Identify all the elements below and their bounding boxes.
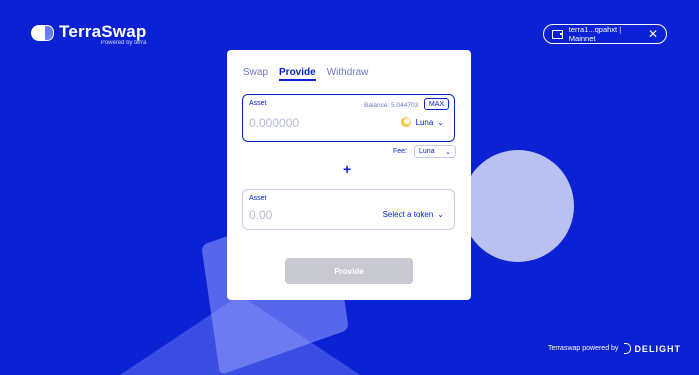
tab-provide[interactable]: Provide	[279, 67, 316, 81]
delight-logo: DELIGHT	[624, 343, 681, 354]
asset1-token-label: Luna	[415, 117, 434, 127]
fee-label: Fee:	[393, 148, 408, 155]
close-icon[interactable]: ✕	[648, 28, 658, 40]
asset1-field[interactable]: Asset Balance: 5.044703 MAX 0.000000 Lun…	[242, 94, 455, 142]
provide-button[interactable]: Provide	[285, 258, 413, 284]
tab-swap[interactable]: Swap	[243, 67, 268, 81]
max-button[interactable]: MAX	[424, 98, 449, 110]
tab-withdraw[interactable]: Withdraw	[327, 67, 369, 81]
tab-bar: Swap Provide Withdraw	[243, 67, 368, 81]
fee-token-select[interactable]: Luna ⌄	[414, 145, 457, 158]
delight-label: DELIGHT	[634, 343, 681, 354]
asset2-field[interactable]: Asset 0.00 Select a token ⌄	[242, 189, 455, 230]
plus-icon: +	[343, 161, 352, 177]
asset1-balance: Balance: 5.044703	[364, 102, 419, 109]
luna-icon	[400, 117, 411, 127]
logo-icon	[31, 25, 54, 41]
background-circle	[462, 150, 574, 262]
footer-powered-by[interactable]: Terraswap powered by DELIGHT	[548, 343, 681, 354]
logo-subtitle: Powered by terra	[100, 40, 147, 46]
chevron-down-icon: ⌄	[445, 148, 452, 156]
logo-title: TerraSwap	[59, 22, 147, 41]
chevron-down-icon: ⌄	[437, 117, 444, 127]
asset2-amount-input[interactable]: 0.00	[249, 208, 272, 222]
fee-row: Fee: Luna ⌄	[393, 145, 457, 158]
terraswap-logo[interactable]: TerraSwap Powered by terra	[31, 22, 146, 46]
asset1-token-select[interactable]: Luna ⌄	[400, 117, 444, 127]
wallet-icon	[552, 29, 563, 39]
powered-by-text: Terraswap powered by	[548, 345, 619, 352]
asset2-token-label: Select a token	[382, 210, 434, 219]
provide-card: Swap Provide Withdraw Asset Balance: 5.0…	[227, 50, 471, 300]
asset1-label: Asset	[249, 100, 267, 107]
asset2-label: Asset	[249, 195, 267, 202]
delight-icon	[624, 343, 632, 354]
fee-token-label: Luna	[419, 148, 435, 155]
wallet-address: terra1...qpahxt | Mainnet	[568, 25, 622, 43]
asset1-amount-input[interactable]: 0.000000	[249, 116, 299, 130]
wallet-button[interactable]: terra1...qpahxt | Mainnet ✕	[543, 24, 667, 44]
chevron-down-icon: ⌄	[437, 210, 444, 219]
asset2-token-select[interactable]: Select a token ⌄	[383, 210, 444, 219]
